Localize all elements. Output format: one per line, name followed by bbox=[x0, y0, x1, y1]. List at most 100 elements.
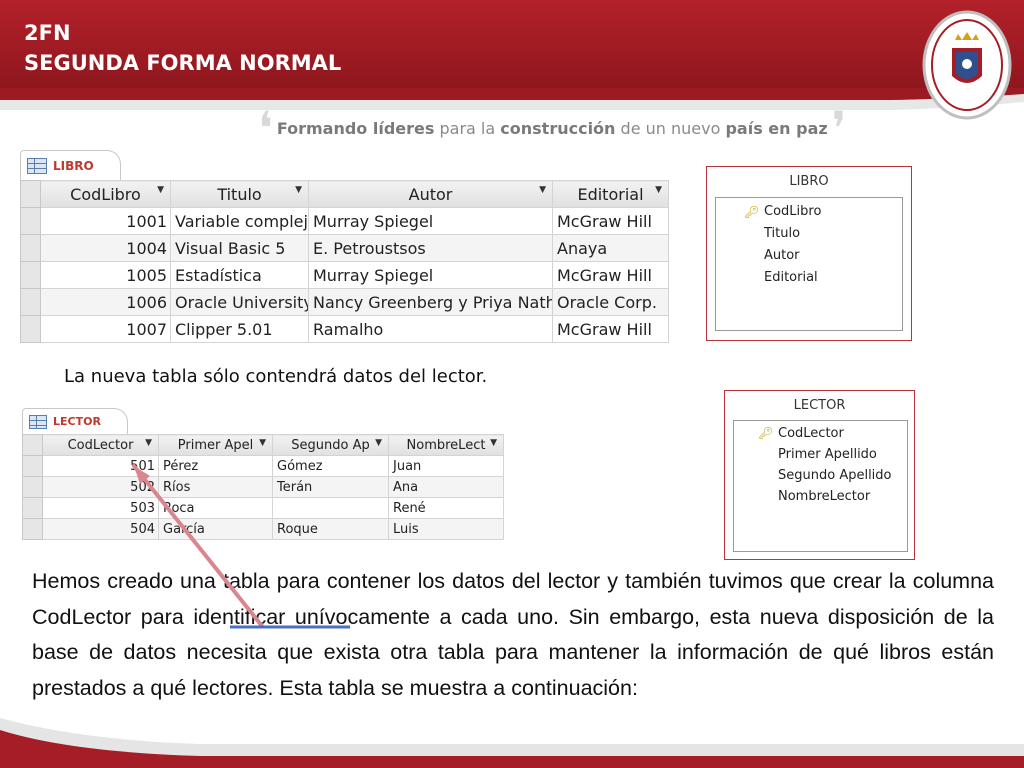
select-all-corner[interactable] bbox=[20, 180, 41, 208]
table-cell[interactable]: Terán bbox=[272, 476, 389, 498]
field-item[interactable]: Titulo bbox=[764, 223, 902, 245]
column-header[interactable]: Autor ▼ bbox=[308, 180, 553, 208]
row-selector[interactable] bbox=[22, 476, 43, 498]
table-cell[interactable]: Variable compleja bbox=[170, 207, 309, 235]
dropdown-arrow-icon[interactable]: ▼ bbox=[375, 438, 382, 448]
select-all-corner[interactable] bbox=[22, 434, 43, 456]
motto-part5: país en paz bbox=[725, 118, 828, 138]
table-cell[interactable]: 501 bbox=[42, 455, 159, 477]
row-selector[interactable] bbox=[20, 207, 41, 235]
table-cell[interactable]: García bbox=[158, 518, 273, 540]
table-row[interactable]: 1006 Oracle University Nancy Greenberg y… bbox=[20, 288, 669, 316]
table-row[interactable]: 1005 Estadística Murray Spiegel McGraw H… bbox=[20, 261, 669, 289]
table-cell[interactable]: Ramalho bbox=[308, 315, 553, 343]
table-cell[interactable]: 1006 bbox=[40, 288, 171, 316]
field-item[interactable]: Segundo Apellido bbox=[778, 465, 907, 486]
table-row[interactable]: 502 Ríos Terán Ana bbox=[22, 476, 504, 498]
table-cell[interactable]: 504 bbox=[42, 518, 159, 540]
table-cell[interactable]: Roque bbox=[272, 518, 389, 540]
table-cell[interactable]: Murray Spiegel bbox=[308, 207, 553, 235]
field-item[interactable]: 🔑︎ CodLector bbox=[758, 423, 907, 444]
table-row[interactable]: 1001 Variable compleja Murray Spiegel Mc… bbox=[20, 207, 669, 235]
slide-title: 2FN SEGUNDA FORMA NORMAL bbox=[24, 18, 341, 78]
table-row[interactable]: 501 Pérez Gómez Juan bbox=[22, 455, 504, 477]
dropdown-arrow-icon[interactable]: ▼ bbox=[145, 438, 152, 448]
table-cell[interactable]: 502 bbox=[42, 476, 159, 498]
dropdown-arrow-icon[interactable]: ▼ bbox=[259, 438, 266, 448]
libro-schema-title: LIBRO bbox=[789, 174, 829, 189]
table-cell[interactable] bbox=[272, 497, 389, 519]
primary-key-icon: 🔑︎ bbox=[758, 426, 774, 440]
row-selector[interactable] bbox=[22, 455, 43, 477]
table-cell[interactable]: Estadística bbox=[170, 261, 309, 289]
table-cell[interactable]: Oracle Corp. bbox=[552, 288, 669, 316]
table-cell[interactable]: 1005 bbox=[40, 261, 171, 289]
table-row[interactable]: 503 Roca René bbox=[22, 497, 504, 519]
close-quote-mark: ❜ bbox=[831, 101, 847, 155]
lector-schema-box: LECTOR 🔑︎ CodLector Primer Apellido Segun… bbox=[724, 390, 915, 560]
dropdown-arrow-icon[interactable]: ▼ bbox=[157, 185, 164, 195]
table-cell[interactable]: Pérez bbox=[158, 455, 273, 477]
libro-tab[interactable]: LIBRO bbox=[20, 150, 121, 180]
table-cell[interactable]: 1001 bbox=[40, 207, 171, 235]
field-item[interactable]: 🔑︎ CodLibro bbox=[744, 201, 902, 223]
column-header[interactable]: Segundo Ap ▼ bbox=[272, 434, 389, 456]
table-cell[interactable]: 503 bbox=[42, 497, 159, 519]
table-cell[interactable]: Roca bbox=[158, 497, 273, 519]
row-selector[interactable] bbox=[20, 234, 41, 262]
table-cell[interactable]: Anaya bbox=[552, 234, 669, 262]
dropdown-arrow-icon[interactable]: ▼ bbox=[655, 185, 662, 195]
table-cell[interactable]: Oracle University bbox=[170, 288, 309, 316]
column-header[interactable]: CodLibro ▼ bbox=[40, 180, 171, 208]
libro-schema-box: LIBRO 🔑︎ CodLibro Titulo Autor Editorial bbox=[706, 166, 912, 341]
row-selector[interactable] bbox=[20, 288, 41, 316]
table-cell[interactable]: McGraw Hill bbox=[552, 207, 669, 235]
table-cell[interactable]: Juan bbox=[388, 455, 504, 477]
row-selector[interactable] bbox=[20, 315, 41, 343]
field-item[interactable]: NombreLector bbox=[778, 486, 907, 507]
row-selector[interactable] bbox=[20, 261, 41, 289]
table-icon bbox=[27, 157, 47, 174]
field-item[interactable]: Primer Apellido bbox=[778, 444, 907, 465]
slide-title-line1: 2FN bbox=[24, 21, 71, 45]
table-cell[interactable]: Murray Spiegel bbox=[308, 261, 553, 289]
column-header[interactable]: Editorial ▼ bbox=[552, 180, 669, 208]
table-row[interactable]: 1004 Visual Basic 5 E. Petroustsos Anaya bbox=[20, 234, 669, 262]
table-cell[interactable]: Ana bbox=[388, 476, 504, 498]
row-selector[interactable] bbox=[22, 518, 43, 540]
body-paragraph: Hemos creado una tabla para contener los… bbox=[32, 569, 994, 700]
table-cell[interactable]: Visual Basic 5 bbox=[170, 234, 309, 262]
row-selector[interactable] bbox=[22, 497, 43, 519]
field-item[interactable]: Editorial bbox=[764, 267, 902, 289]
table-cell[interactable]: Ríos bbox=[158, 476, 273, 498]
table-cell[interactable]: Luis bbox=[388, 518, 504, 540]
table-cell[interactable]: René bbox=[388, 497, 504, 519]
table-row[interactable]: 504 García Roque Luis bbox=[22, 518, 504, 540]
lector-tab[interactable]: LECTOR bbox=[22, 408, 128, 434]
table-cell[interactable]: Nancy Greenberg y Priya Nathan bbox=[308, 288, 553, 316]
libro-tab-label: LIBRO bbox=[53, 158, 94, 173]
column-header[interactable]: CodLector ▼ bbox=[42, 434, 159, 456]
field-item[interactable]: Autor bbox=[764, 245, 902, 267]
table-cell[interactable]: 1004 bbox=[40, 234, 171, 262]
dropdown-arrow-icon[interactable]: ▼ bbox=[539, 185, 546, 195]
table-cell[interactable]: Gómez bbox=[272, 455, 389, 477]
dropdown-arrow-icon[interactable]: ▼ bbox=[490, 438, 497, 448]
column-header[interactable]: NombreLect ▼ bbox=[388, 434, 504, 456]
table-cell[interactable]: Clipper 5.01 bbox=[170, 315, 309, 343]
table-cell[interactable]: McGraw Hill bbox=[552, 315, 669, 343]
libro-datasheet: LIBRO CodLibro ▼ Titulo ▼ Autor ▼ Editorial… bbox=[20, 150, 669, 344]
table-row[interactable]: 1007 Clipper 5.01 Ramalho McGraw Hill bbox=[20, 315, 669, 343]
lector-tab-label: LECTOR bbox=[53, 415, 101, 428]
lector-grid: CodLector ▼ Primer Apel ▼ Segundo Ap ▼ Nomb… bbox=[22, 434, 504, 540]
dropdown-arrow-icon[interactable]: ▼ bbox=[295, 185, 302, 195]
column-header[interactable]: Titulo ▼ bbox=[170, 180, 309, 208]
footer-sweep-decoration bbox=[0, 718, 1024, 768]
table-cell[interactable]: E. Petroustsos bbox=[308, 234, 553, 262]
column-header[interactable]: Primer Apel ▼ bbox=[158, 434, 273, 456]
caption-text: La nueva tabla sólo contendrá datos del … bbox=[64, 366, 488, 387]
lector-schema-title: LECTOR bbox=[793, 398, 846, 413]
header-band: 2FN SEGUNDA FORMA NORMAL bbox=[0, 0, 1024, 96]
table-cell[interactable]: McGraw Hill bbox=[552, 261, 669, 289]
table-cell[interactable]: 1007 bbox=[40, 315, 171, 343]
